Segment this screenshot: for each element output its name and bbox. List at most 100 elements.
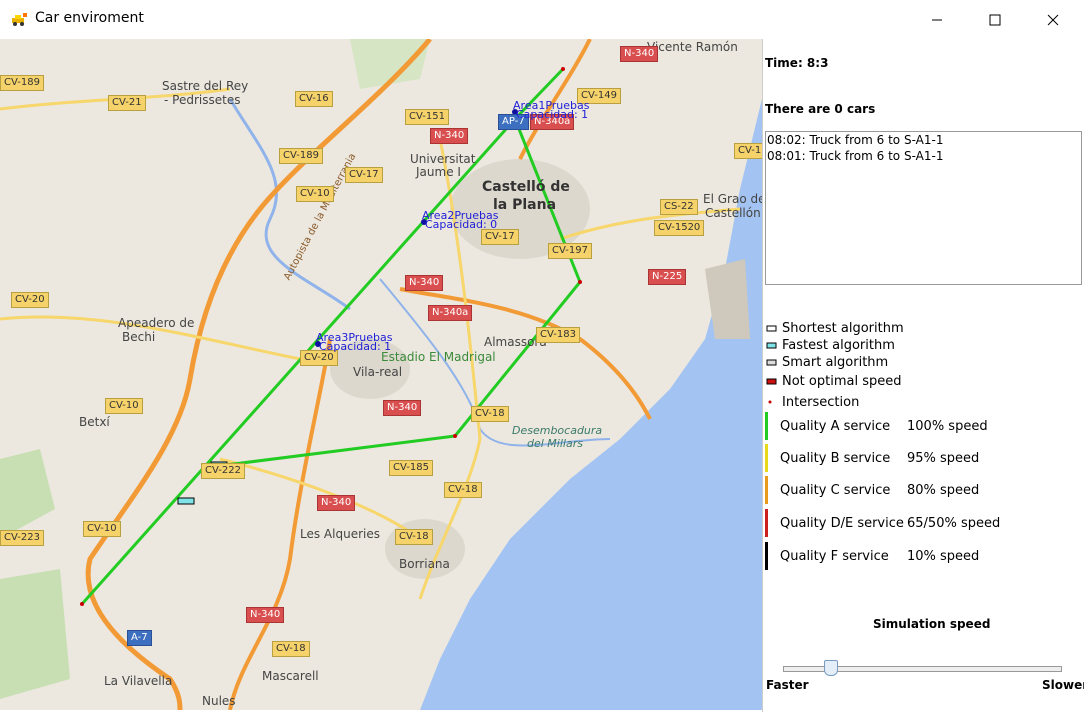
road-shield: A-7 [127,630,152,646]
road-shield: N-340 [620,46,659,62]
intersection-marker [453,434,457,438]
road-shield: CV-10 [83,521,121,537]
road-shield: CV-17 [345,167,383,183]
quality-b-swatch [765,444,768,472]
place-label: Mascarell [262,669,319,683]
road-shield: CV-21 [108,95,146,111]
app-car-icon [12,13,27,26]
road-shield: CV-18 [471,406,509,422]
place-label: la Plana [493,197,557,213]
map-view[interactable]: Sastre del Rey - Pedrissetes Universitat… [0,39,762,710]
road-shield: CV-189 [0,75,44,91]
place-label: La Vilavella [104,674,173,688]
quality-name: Quality D/E service [780,515,904,531]
park-area [0,449,55,539]
legend-label: Not optimal speed [782,373,902,389]
road-shield: CV-20 [11,292,49,308]
place-label: Borriana [399,557,450,571]
road-shield: CV-185 [389,460,433,476]
road-shield: CS-22 [660,199,698,215]
car-shortest-icon [766,325,777,332]
info-panel: Time: 8:3 There are 0 cars 08:02: Truck … [762,39,1084,712]
area-capacity-label: Capacidad: 1 [319,340,392,353]
place-label: Nules [202,694,236,708]
slider-thumb[interactable] [824,660,839,676]
road-shield: N-340 [430,128,469,144]
car-smart-icon [766,359,777,366]
quality-c-row: Quality C service 80% speed [765,476,979,504]
legend-label: Intersection [782,394,860,410]
maximize-icon [989,14,1001,25]
road-shield: N-340 [405,275,444,291]
intersection-icon [768,400,772,404]
place-label: Vicente Ramón [647,40,738,54]
legend-fastest: Fastest algorithm [765,336,895,354]
quality-f-row: Quality F service 10% speed [765,542,979,570]
quality-de-row: Quality D/E service 65/50% speed [765,509,1000,537]
place-label: - Pedrissetes [164,93,241,107]
park-area [0,569,70,699]
place-label: Les Alqueries [300,527,380,541]
car-count-label: There are 0 cars [765,102,876,116]
road-shield: CV-1520 [654,220,705,236]
legend-label: Smart algorithm [782,354,889,370]
minimize-button[interactable] [908,0,966,39]
quality-name: Quality F service [780,548,889,564]
minimize-icon [932,19,942,20]
road-shield: CV-10 [296,186,334,202]
intersection-marker [561,67,565,71]
maximize-button[interactable] [966,0,1024,39]
quality-name: Quality C service [780,482,891,498]
simulation-speed-title: Simulation speed [873,617,991,631]
place-label: Universitat [410,152,476,166]
event-log[interactable]: 08:02: Truck from 6 to S-A1-1 08:01: Tru… [765,131,1082,285]
quality-name: Quality A service [780,418,891,434]
close-button[interactable] [1024,0,1082,39]
quality-c-swatch [765,476,768,504]
place-label: Bechi [122,330,156,344]
quality-speed: 10% speed [907,548,980,564]
place-label: Apeadero de [118,316,195,330]
road-shield: CV-18 [444,482,482,498]
window-title: Car enviroment [35,10,144,26]
quality-speed: 95% speed [907,450,980,466]
truck-marker[interactable] [177,497,195,505]
legend-label: Shortest algorithm [782,320,904,336]
legend-label: Fastest algorithm [782,337,895,353]
place-label: Jaume I [416,165,461,179]
road-shield: CV-189 [279,148,323,164]
place-label: Estadio El Madrigal [381,350,496,364]
title-bar: Car enviroment [0,0,1084,40]
legend-intersection: Intersection [765,393,859,411]
road-shield: CV-151 [405,109,449,125]
place-label: Desembocadura [512,424,603,437]
close-icon [1047,14,1059,25]
road-shield: CV-17 [481,229,519,245]
quality-a-row: Quality A service 100% speed [765,412,988,440]
quality-name: Quality B service [780,450,891,466]
road-shield: N-340a [428,305,473,321]
area-capacity-label: Capacidad: 1 [516,108,589,121]
road-shield: CV-223 [0,530,44,546]
place-label: Betxí [79,415,110,429]
road-shield: CV-15 [734,143,762,159]
road-shield: N-340 [246,607,285,623]
road-shield: N-225 [648,269,687,285]
quality-a-swatch [765,412,768,440]
place-label: Castelló de [482,179,570,195]
road-shield: N-340 [317,495,356,511]
quality-speed: 80% speed [907,482,980,498]
quality-f-swatch [765,542,768,570]
quality-speed: 100% speed [907,418,988,434]
place-label: del Millars [527,437,583,450]
place-label: El Grao de [703,192,762,206]
time-label: Time: 8:3 [765,56,829,70]
intersection-marker [80,602,84,606]
quality-de-swatch [765,509,768,537]
area-capacity-label: Capacidad: 0 [425,218,498,231]
intersection-marker [578,280,582,284]
road-shield: CV-18 [272,641,310,657]
log-entry: 08:01: Truck from 6 to S-A1-1 [767,149,944,163]
road-shield: CV-183 [536,327,580,343]
road-shield: CV-10 [105,398,143,414]
